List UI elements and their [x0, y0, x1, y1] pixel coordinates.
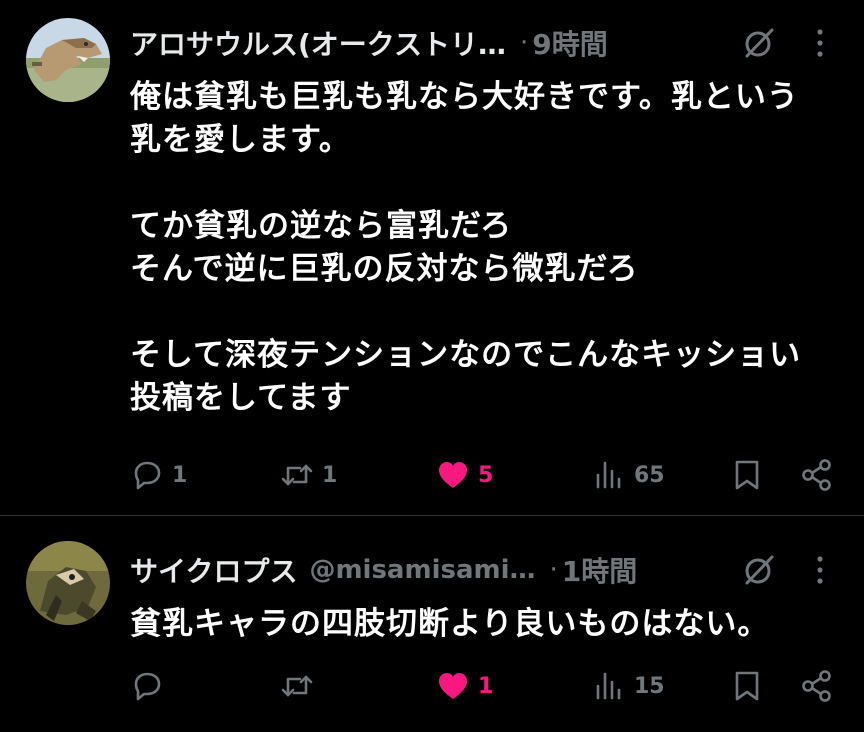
dinosaur-avatar-image: [26, 18, 110, 102]
repost-button[interactable]: 1: [280, 455, 337, 495]
views-icon: [596, 672, 621, 700]
share-icon: [802, 459, 831, 491]
like-button[interactable]: 1: [436, 666, 493, 706]
bookmark-icon: [735, 460, 759, 490]
display-name[interactable]: アロサウルス(オークストリ…: [130, 23, 506, 63]
views-button[interactable]: 15: [592, 666, 665, 706]
repost-icon: [281, 675, 313, 697]
reply-count: 1: [172, 462, 188, 488]
repost-button[interactable]: [280, 666, 322, 706]
reply-icon: [134, 672, 161, 701]
separator-dot: ·: [519, 28, 529, 58]
creature-avatar-image: [26, 541, 110, 625]
post-header: サイクロプス @misamisami… · 1時間: [130, 545, 750, 595]
timestamp[interactable]: 1時間: [562, 550, 637, 590]
views-icon: [596, 461, 621, 489]
share-button[interactable]: [800, 666, 834, 706]
post[interactable]: アロサウルス(オークストリ… · 9時間 俺は貧乳も巨乳も乳なら大好きです。乳と…: [0, 0, 864, 516]
like-count: 1: [478, 673, 494, 699]
post[interactable]: サイクロプス @misamisami… · 1時間 貧乳キャラの四肢切断より良い…: [0, 517, 864, 732]
user-handle[interactable]: @misamisami…: [309, 555, 535, 585]
more-icon[interactable]: [814, 553, 826, 587]
views-button[interactable]: 65: [592, 455, 665, 495]
post-text: 貧乳キャラの四肢切断より良いものはない。: [130, 606, 770, 642]
share-button[interactable]: [800, 455, 834, 495]
reply-button[interactable]: 1: [130, 455, 187, 495]
repost-icon: [281, 464, 313, 486]
display-name[interactable]: サイクロプス: [130, 550, 297, 590]
reply-button[interactable]: [130, 666, 172, 706]
reply-icon: [134, 461, 161, 490]
post-header: アロサウルス(オークストリ… · 9時間: [130, 18, 750, 68]
post-actions: 1 1 5 65: [0, 455, 864, 495]
like-count: 5: [478, 462, 494, 488]
post-divider: [0, 515, 864, 516]
bookmark-button[interactable]: [730, 455, 764, 495]
like-button[interactable]: 5: [436, 455, 493, 495]
share-icon: [802, 670, 831, 702]
grok-icon[interactable]: [742, 553, 776, 587]
heart-icon: [439, 462, 467, 488]
more-icon[interactable]: [814, 26, 826, 60]
bookmark-button[interactable]: [730, 666, 764, 706]
avatar[interactable]: [26, 18, 110, 102]
avatar[interactable]: [26, 541, 110, 625]
timeline-feed: アロサウルス(オークストリ… · 9時間 俺は貧乳も巨乳も乳なら大好きです。乳と…: [0, 0, 864, 732]
bookmark-icon: [735, 671, 759, 701]
timestamp[interactable]: 9時間: [532, 23, 607, 63]
views-count: 65: [634, 462, 665, 488]
views-count: 15: [634, 673, 665, 699]
repost-count: 1: [322, 462, 338, 488]
separator-dot: ·: [549, 555, 558, 585]
heart-icon: [439, 673, 467, 699]
post-text: 俺は貧乳も巨乳も乳なら大好きです。乳という 乳を愛します。 てか貧乳の逆なら富乳…: [130, 79, 802, 416]
grok-icon[interactable]: [742, 26, 776, 60]
post-actions: 1 15: [0, 666, 864, 706]
